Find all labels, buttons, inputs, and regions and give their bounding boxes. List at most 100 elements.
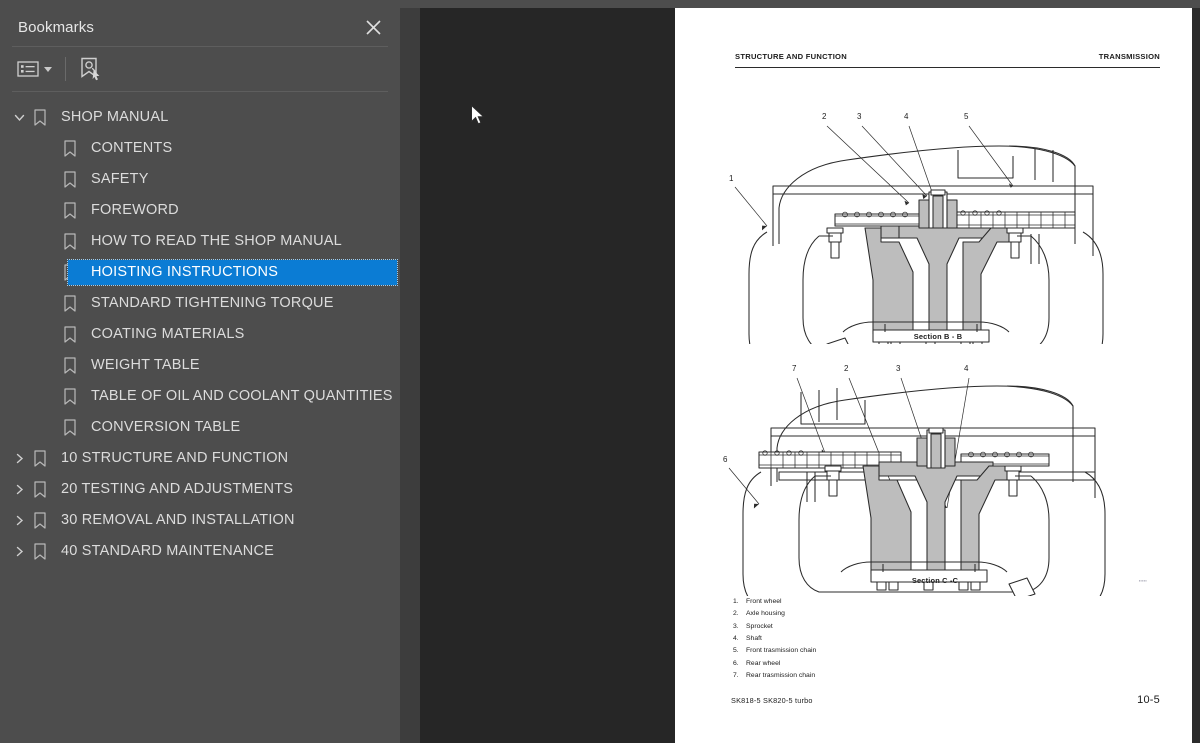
callout-3: 3 [896, 364, 901, 373]
figure-1-caption: Section B - B [913, 332, 963, 341]
bookmark-item-label: COATING MATERIALS [91, 326, 245, 342]
legend-item-number: 3. [733, 622, 739, 630]
bookmark-ribbon-icon [60, 419, 80, 436]
bookmark-item-label: SHOP MANUAL [61, 109, 169, 125]
page-header-rule [735, 67, 1160, 69]
close-panel-button[interactable] [360, 14, 386, 40]
bookmark-item-10-structure-and-function[interactable]: 10 STRUCTURE AND FUNCTION [0, 443, 400, 474]
legend-item-text: Sprocket [746, 622, 773, 630]
callout-6: 6 [723, 455, 728, 464]
bookmark-ribbon-icon [60, 233, 80, 250]
legend-item-text: Rear wheel [746, 659, 781, 667]
callout-2: 2 [844, 364, 849, 373]
legend-item-text: Front wheel [746, 598, 782, 605]
parts-legend: 1. Front wheel 2. Axle housing 3. Sprocket 4. S… [733, 596, 816, 682]
bookmark-options-button[interactable] [14, 54, 55, 84]
bookmark-ribbon-icon [60, 388, 80, 405]
bookmark-item-foreword[interactable]: FOREWORD [0, 195, 400, 226]
bookmark-item-label: HOW TO READ THE SHOP MANUAL [91, 233, 342, 249]
bookmark-item-contents[interactable]: CONTENTS [0, 133, 400, 164]
section-b-b-drawing [734, 125, 1104, 371]
bookmark-ribbon-icon [60, 295, 80, 312]
running-head-right: TRANSMISSION [1098, 52, 1160, 61]
bookmark-item-label: FOREWORD [91, 202, 179, 218]
legend-item-number: 5. [733, 647, 739, 655]
legend-item: 3. Sprocket [733, 621, 816, 633]
callout-1: 1 [729, 174, 734, 183]
chevron-down-icon [44, 66, 52, 72]
chevron-right-icon[interactable] [8, 505, 30, 536]
bookmark-item-label: CONTENTS [91, 140, 173, 156]
pdf-reader-window: Bookmarks SHOP MANUAL CONTENTS SAFETY FO… [0, 0, 1200, 743]
chevron-right-icon[interactable] [8, 474, 30, 505]
callout-2: 2 [822, 112, 827, 121]
bookmark-item-label: CONVERSION TABLE [91, 419, 241, 435]
bookmark-item-label: TABLE OF OIL AND COOLANT QUANTITIES [91, 388, 393, 404]
panel-divider[interactable] [400, 8, 816, 743]
bookmark-item-20-testing-and-adjustments[interactable]: 20 TESTING AND ADJUSTMENTS [0, 474, 400, 505]
bookmark-item-shop-manual[interactable]: SHOP MANUAL [0, 102, 400, 133]
bookmark-ribbon-icon [30, 109, 50, 126]
chevron-right-icon[interactable] [8, 536, 30, 567]
legend-item: 2. Axle housing [733, 608, 816, 620]
bookmark-item-conversion-table[interactable]: CONVERSION TABLE [0, 412, 400, 443]
section-c-c-drawing [728, 377, 1106, 611]
legend-item-text: Shaft [746, 635, 762, 643]
bookmark-ribbon-icon [60, 357, 80, 374]
legend-item-number: 1. [733, 598, 739, 605]
callout-4: 4 [904, 112, 909, 121]
callout-4: 4 [964, 364, 969, 373]
viewer-right-rail [1192, 8, 1200, 743]
bookmark-item-label: 40 STANDARD MAINTENANCE [61, 543, 275, 559]
bookmark-item-label: 30 REMOVAL AND INSTALLATION [61, 512, 295, 528]
find-bookmark-button[interactable] [76, 54, 104, 84]
bookmark-item-label: WEIGHT TABLE [91, 357, 200, 373]
bookmark-item-label: STANDARD TIGHTENING TORQUE [91, 295, 334, 311]
bookmark-ribbon-icon [30, 512, 50, 529]
bookmark-item-table-of-oil-and-coolant-quantities[interactable]: TABLE OF OIL AND COOLANT QUANTITIES [0, 381, 400, 412]
bookmark-item-label: 10 STRUCTURE AND FUNCTION [61, 450, 289, 466]
bookmark-item-how-to-read-the-shop-manual[interactable]: HOW TO READ THE SHOP MANUAL [0, 226, 400, 257]
bookmarks-panel-title: Bookmarks [18, 18, 94, 36]
bookmark-item-40-standard-maintenance[interactable]: 40 STANDARD MAINTENANCE [0, 536, 400, 567]
options-list-icon [17, 61, 39, 77]
bookmark-item-label: SAFETY [91, 171, 149, 187]
legend-item-text: Rear trasmission chain [746, 672, 816, 680]
page-running-head: STRUCTURE AND FUNCTION TRANSMISSION [735, 52, 1160, 61]
bookmark-item-standard-tightening-torque[interactable]: STANDARD TIGHTENING TORQUE [0, 288, 400, 319]
chevron-right-icon[interactable] [8, 443, 30, 474]
legend-item: 5. Front trasmission chain [733, 645, 816, 657]
bookmark-item-safety[interactable]: SAFETY [0, 164, 400, 195]
legend-item-number: 6. [733, 659, 739, 667]
chevron-down-icon[interactable] [8, 102, 30, 133]
figure-2-caption: Section C -C [911, 576, 959, 585]
bookmark-item-hoisting-instructions[interactable]: HOISTING INSTRUCTIONS [0, 257, 400, 288]
pdf-viewer-area[interactable]: STRUCTURE AND FUNCTION TRANSMISSION 2 3 … [420, 8, 1192, 743]
running-head-left: STRUCTURE AND FUNCTION [735, 52, 847, 61]
bookmark-ribbon-icon [30, 481, 50, 498]
bookmark-item-30-removal-and-installation[interactable]: 30 REMOVAL AND INSTALLATION [0, 505, 400, 536]
window-top-chrome [0, 0, 1200, 8]
bookmark-ribbon-icon [60, 140, 80, 157]
bookmark-item-coating-materials[interactable]: COATING MATERIALS [0, 319, 400, 350]
close-icon [365, 19, 381, 35]
bookmark-item-label: HOISTING INSTRUCTIONS [91, 264, 279, 280]
legend-item: 4. Shaft [733, 633, 816, 645]
figure-reference-id: ▪▪▪▪▪ [1138, 578, 1147, 583]
bookmark-ribbon-icon [30, 543, 50, 560]
bookmark-ribbon-icon [60, 326, 80, 343]
callout-7: 7 [792, 364, 797, 373]
bookmark-ribbon-icon [60, 202, 80, 219]
bookmark-item-label: 20 TESTING AND ADJUSTMENTS [61, 481, 294, 497]
legend-item-text: Front trasmission chain [746, 647, 817, 655]
bookmark-item-weight-table[interactable]: WEIGHT TABLE [0, 350, 400, 381]
legend-item: 7. Rear trasmission chain [733, 670, 816, 682]
bookmarks-toolbar [0, 47, 400, 91]
pdf-page: STRUCTURE AND FUNCTION TRANSMISSION 2 3 … [675, 8, 1192, 743]
legend-item-number: 4. [733, 635, 739, 643]
bookmarks-sidebar: Bookmarks SHOP MANUAL CONTENTS SAFETY FO… [0, 8, 400, 743]
legend-item-text: Axle housing [746, 610, 785, 618]
figure-section-b-b: 2 3 4 5 1 Section B - B [723, 104, 1153, 371]
page-footer-model: SK818-5 SK820-5 turbo [731, 696, 813, 705]
callout-5: 5 [964, 112, 969, 121]
